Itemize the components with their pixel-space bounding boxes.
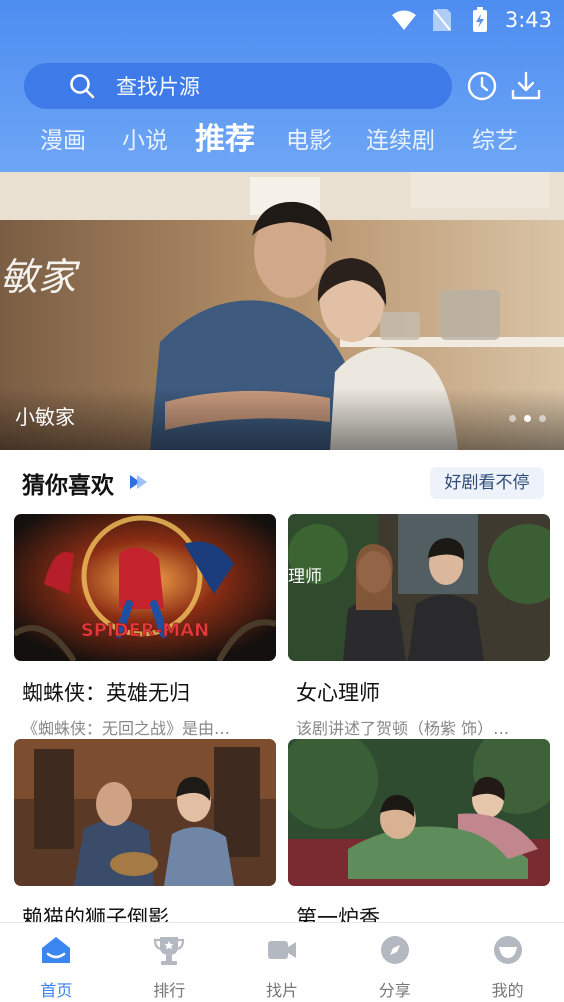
nav-label: 首页 xyxy=(40,981,73,1000)
poster-title-text: SPIDER-MAN xyxy=(81,620,209,641)
section-play-icon xyxy=(130,475,147,489)
carousel-dot-active xyxy=(524,415,531,422)
nav-home[interactable]: 首页 xyxy=(0,923,113,1002)
top-header: 3:43 查找片源 漫画 小说 推荐 电影 连续剧 综艺 xyxy=(0,0,564,172)
nav-label: 我的 xyxy=(491,981,524,1000)
carousel-dot xyxy=(539,415,546,422)
compass-icon xyxy=(380,936,409,964)
card-description: 该剧讲述了贺顿（杨紫 饰）… xyxy=(296,719,510,738)
banner-gradient xyxy=(0,388,564,450)
home-icon xyxy=(42,937,71,963)
tab-comics[interactable]: 漫画 xyxy=(40,118,86,164)
card-title: 女心理师 xyxy=(296,681,380,705)
status-bar: 3:43 xyxy=(0,0,564,40)
nav-label: 找片 xyxy=(265,981,298,1000)
no-sim-icon xyxy=(429,7,455,33)
nav-find-videos[interactable]: 找片 xyxy=(226,923,339,1002)
poster-psychologist: 理师 xyxy=(288,514,550,661)
category-tabs: 漫画 小说 推荐 电影 连续剧 综艺 xyxy=(0,118,564,166)
featured-banner[interactable]: 敏家 小敏家 xyxy=(0,172,564,450)
poster-cat-lion xyxy=(14,739,276,886)
tab-recommended[interactable]: 推荐 xyxy=(195,118,255,162)
history-clock-icon[interactable] xyxy=(466,70,498,102)
profile-icon xyxy=(493,936,522,964)
section-title: 猜你喜欢 xyxy=(22,473,114,499)
trophy-icon xyxy=(154,937,185,965)
poster-spiderman: SPIDER-MAN xyxy=(14,514,276,661)
video-card[interactable]: 赖猫的狮子倒影 xyxy=(14,739,276,932)
search-bar[interactable]: 查找片源 xyxy=(24,63,452,109)
search-placeholder: 查找片源 xyxy=(116,75,200,99)
bottom-navigation: 首页 排行 找片 分享 我的 xyxy=(0,922,564,1002)
nav-share[interactable]: 分享 xyxy=(338,923,451,1002)
clock-time: 3:43 xyxy=(504,8,552,32)
banner-calligraphy: 敏家 xyxy=(0,255,81,299)
video-card[interactable]: SPIDER-MAN 蜘蛛侠：英雄无归 《蜘蛛侠：无回之战》是由… xyxy=(14,514,276,739)
carousel-dot xyxy=(509,415,516,422)
nav-label: 排行 xyxy=(153,981,186,1000)
search-icon xyxy=(70,74,95,99)
battery-icon xyxy=(467,7,493,33)
nav-profile[interactable]: 我的 xyxy=(451,923,564,1002)
carousel-indicator xyxy=(501,415,546,422)
tab-variety[interactable]: 综艺 xyxy=(472,118,518,164)
video-camera-icon xyxy=(267,941,296,959)
poster-title-text: 理师 xyxy=(288,567,322,587)
video-card[interactable]: 第一炉香 xyxy=(288,739,550,932)
poster-first-incense xyxy=(288,739,550,886)
nav-label: 分享 xyxy=(378,981,411,1000)
tab-movies[interactable]: 电影 xyxy=(286,118,332,164)
tab-novels[interactable]: 小说 xyxy=(122,118,168,164)
video-card[interactable]: 理师 女心理师 该剧讲述了贺顿（杨紫 饰）… xyxy=(288,514,550,739)
more-dramas-button[interactable]: 好剧看不停 xyxy=(430,467,544,499)
card-description: 《蜘蛛侠：无回之战》是由… xyxy=(22,719,231,738)
banner-title: 小敏家 xyxy=(15,405,75,429)
card-title: 蜘蛛侠：英雄无归 xyxy=(22,681,190,705)
wifi-icon xyxy=(391,7,417,33)
nav-ranking[interactable]: 排行 xyxy=(113,923,226,1002)
download-icon[interactable] xyxy=(510,70,542,102)
tab-series[interactable]: 连续剧 xyxy=(366,118,435,164)
